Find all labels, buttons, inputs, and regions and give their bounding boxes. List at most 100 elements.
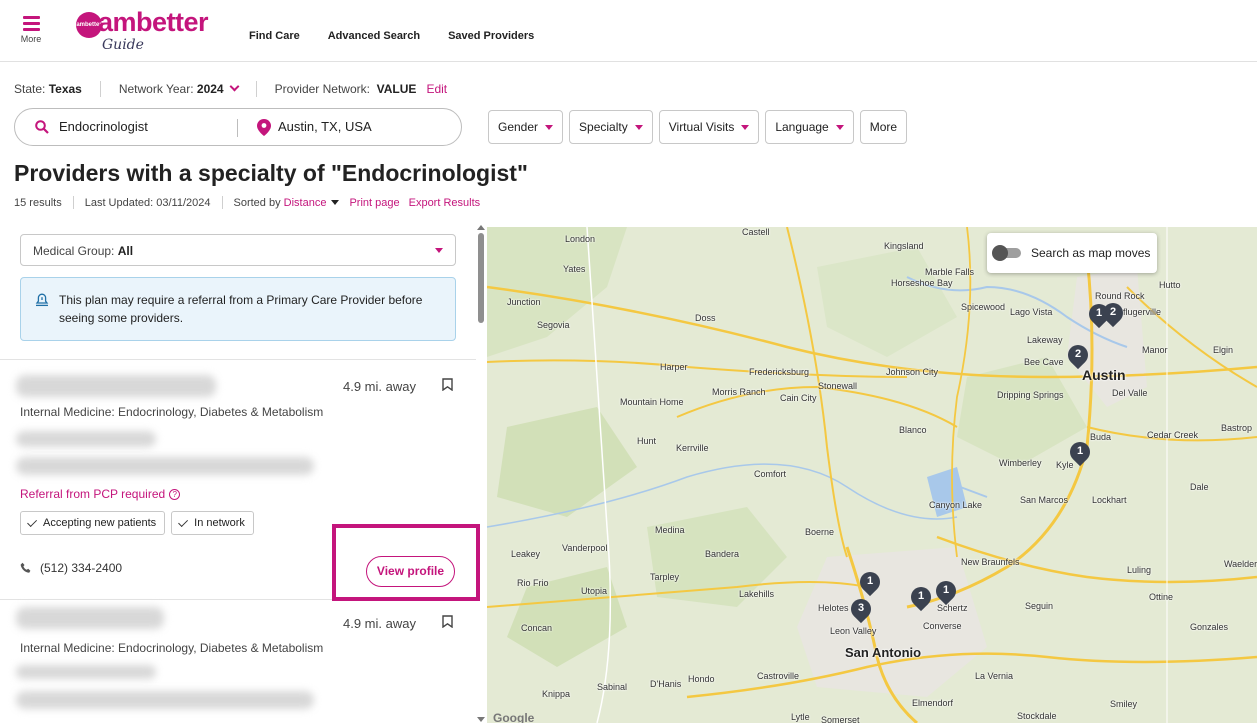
- map-label: Castell: [742, 227, 770, 237]
- map-label: Hondo: [688, 674, 715, 684]
- map-label: Lago Vista: [1010, 307, 1053, 317]
- results-meta: 15 results Last Updated: 03/11/2024 Sort…: [14, 196, 489, 209]
- provider-address-redacted: [16, 431, 156, 447]
- map-label: Elgin: [1213, 345, 1234, 355]
- filter-virtual-visits[interactable]: Virtual Visits: [658, 110, 760, 144]
- scroll-up-icon[interactable]: [477, 225, 485, 230]
- provider-network-label: Provider Network:: [274, 82, 370, 96]
- map-label: Converse: [923, 621, 962, 631]
- map-marker[interactable]: 1: [931, 576, 961, 607]
- menu-button[interactable]: More: [16, 16, 46, 44]
- map-label: Vanderpool: [562, 543, 608, 553]
- help-icon[interactable]: ?: [169, 488, 181, 500]
- filter-bar: Gender Specialty Virtual Visits Language…: [488, 110, 908, 144]
- referral-notice: This plan may require a referral from a …: [20, 277, 456, 341]
- export-results-link[interactable]: Export Results: [409, 197, 481, 209]
- map-label: Leon Valley: [830, 626, 877, 636]
- network-year-label: Network Year:: [118, 82, 194, 96]
- provider-address-redacted: [16, 691, 314, 709]
- map-label: Boerne: [805, 527, 835, 537]
- map-label: Dale: [1190, 482, 1209, 492]
- provider-network-value: VALUE: [376, 82, 417, 96]
- map-label: Hutto: [1159, 280, 1181, 290]
- map-label: Horseshoe Bay: [891, 278, 953, 288]
- google-attribution: Google: [493, 711, 535, 723]
- location-input[interactable]: [278, 119, 448, 134]
- map-label: Kingsland: [884, 241, 924, 251]
- network-year-select[interactable]: 2024: [197, 81, 240, 96]
- medical-group-select[interactable]: Medical Group: All: [20, 234, 456, 266]
- map-label: Cain City: [780, 393, 817, 403]
- map-label: Del Valle: [1112, 388, 1148, 398]
- map-label: Buda: [1090, 432, 1112, 442]
- referral-required: Referral from PCP required?: [20, 487, 181, 501]
- map-label: Wimberley: [999, 458, 1042, 468]
- filter-specialty[interactable]: Specialty: [569, 110, 653, 144]
- map-label: London: [565, 234, 596, 244]
- map-label: Rio Frio: [517, 578, 549, 588]
- map-marker[interactable]: 3: [846, 594, 876, 625]
- map-label: Lockhart: [1092, 495, 1127, 505]
- provider-phone[interactable]: (512) 334-2400: [20, 561, 122, 575]
- hamburger-icon: [16, 16, 46, 31]
- map-label: San Marcos: [1020, 495, 1069, 505]
- map-label: Doss: [695, 313, 716, 323]
- sort-select[interactable]: Distance: [284, 197, 327, 209]
- map-label: Concan: [521, 623, 553, 633]
- map-label: Helotes: [818, 603, 849, 613]
- toggle-switch[interactable]: [992, 245, 1021, 261]
- map-marker[interactable]: 1: [855, 567, 885, 598]
- map-marker[interactable]: 2: [1098, 298, 1128, 329]
- map-label: Lytle: [791, 712, 810, 722]
- filter-gender[interactable]: Gender: [488, 110, 564, 144]
- map-label: Leakey: [511, 549, 541, 559]
- edit-network-link[interactable]: Edit: [426, 82, 447, 96]
- tag-accepting-patients: Accepting new patients: [20, 511, 166, 535]
- bookmark-icon[interactable]: [442, 615, 453, 628]
- filter-language[interactable]: Language: [765, 110, 854, 144]
- page-title: Providers with a specialty of "Endocrino…: [14, 160, 528, 186]
- provider-name-redacted: [16, 375, 216, 397]
- map-view[interactable]: Search as map moves Castell Kingsland Lo…: [487, 227, 1257, 723]
- map-label: Luling: [1127, 565, 1152, 575]
- map-marker[interactable]: 2: [1063, 340, 1093, 371]
- check-icon: [178, 516, 189, 527]
- view-profile-button[interactable]: View profile: [366, 556, 455, 587]
- map-label: Cedar Creek: [1147, 430, 1199, 440]
- map-marker[interactable]: 1: [906, 582, 936, 613]
- plan-context-row: State: Texas Network Year: 2024 Provider…: [14, 81, 447, 97]
- scroll-down-icon[interactable]: [477, 717, 485, 722]
- state-value: Texas: [48, 82, 82, 96]
- map-label: Fredericksburg: [749, 367, 810, 377]
- filter-more[interactable]: More: [859, 110, 908, 144]
- caret-down-icon: [634, 124, 643, 130]
- caret-down-icon: [741, 124, 750, 130]
- list-scrollbar[interactable]: [478, 233, 484, 323]
- print-page-link[interactable]: Print page: [349, 197, 399, 209]
- search-as-map-moves-toggle[interactable]: Search as map moves: [987, 233, 1157, 273]
- nav-saved-providers[interactable]: Saved Providers: [448, 30, 534, 42]
- map-label: Morris Ranch: [712, 387, 766, 397]
- map-label: Stockdale: [1017, 711, 1057, 721]
- logo-subtitle: Guide: [102, 37, 144, 53]
- map-label: Blanco: [899, 425, 927, 435]
- ambetter-logo[interactable]: ambetter ambetter Guide: [76, 6, 209, 56]
- map-label: Spicewood: [961, 302, 1006, 312]
- map-label: Lakehills: [739, 589, 775, 599]
- map-label: Sabinal: [597, 682, 628, 692]
- nav-advanced-search[interactable]: Advanced Search: [328, 30, 420, 42]
- nav-find-care[interactable]: Find Care: [249, 30, 300, 42]
- map-label: Utopia: [581, 586, 608, 596]
- phone-icon: [20, 562, 31, 573]
- caret-down-icon: [435, 248, 443, 253]
- map-marker[interactable]: 1: [1065, 437, 1095, 468]
- map-label: Round Rock: [1095, 291, 1145, 301]
- map-label: Smiley: [1110, 699, 1138, 709]
- bookmark-icon[interactable]: [442, 378, 453, 391]
- map-label: Kerrville: [676, 443, 709, 453]
- map-label: Mountain Home: [620, 397, 684, 407]
- results-list-pane: Medical Group: All This plan may require…: [0, 225, 487, 723]
- map-label: Knippa: [542, 689, 571, 699]
- map-label: Marble Falls: [925, 267, 975, 277]
- search-input[interactable]: [59, 119, 229, 134]
